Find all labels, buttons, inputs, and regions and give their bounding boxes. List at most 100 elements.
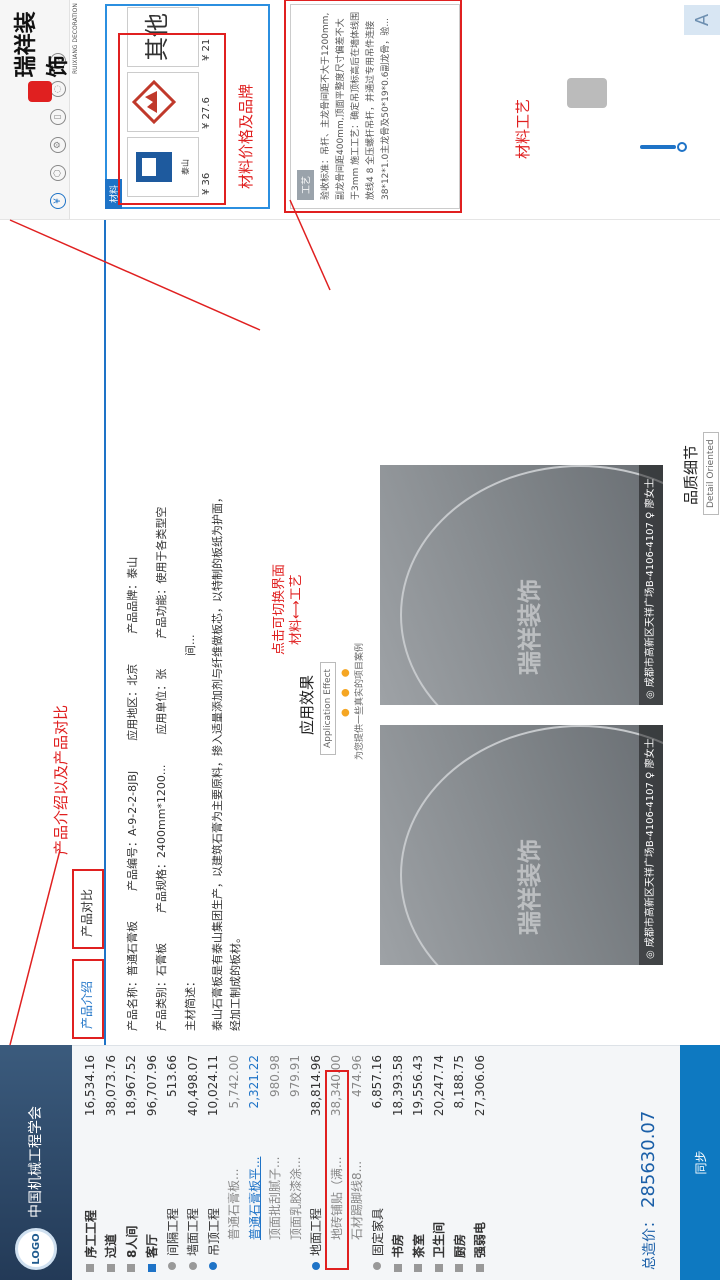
brand-name-en: RUIXIANG DECORATION <box>72 3 79 74</box>
tree-row[interactable]: 顶面批刮腻子... 980.98 <box>265 1045 286 1280</box>
tree-row[interactable]: 固定家具 6,857.16 <box>367 1045 388 1280</box>
tree-row[interactable]: 书房 18,393.58 <box>388 1045 409 1280</box>
brand-mark-icon <box>28 81 52 102</box>
tab-compare-box <box>72 869 104 949</box>
project-header: LOGO 中国机械工程学会 <box>0 1045 72 1280</box>
tree-row[interactable]: 墙面工程 40,498.07 <box>183 1045 204 1280</box>
tree-row-value: 18,393.58 <box>390 1055 405 1117</box>
quality-title: 品质细节 <box>682 444 700 505</box>
tree-row-value: 20,247.74 <box>431 1055 446 1117</box>
tree-row-value: 6,857.16 <box>370 1055 385 1109</box>
tree-row-value: 40,498.07 <box>185 1055 200 1117</box>
tree-row[interactable]: 客厅 96,707.96 <box>142 1045 163 1280</box>
application-title: 应用效果 <box>298 675 316 736</box>
tree-row[interactable]: 强弱电 27,306.06 <box>470 1045 491 1280</box>
font-size-icon[interactable]: A <box>684 5 720 35</box>
tree-bullet-icon <box>434 1264 443 1272</box>
tree-row[interactable]: 普通石膏板平... 2,321.22 <box>244 1045 265 1280</box>
phone-icon[interactable]: ▯ <box>50 109 66 125</box>
tree-row[interactable]: 地面工程 38,814.96 <box>306 1045 327 1280</box>
tree-row-value: 27,306.06 <box>472 1055 487 1117</box>
sync-button[interactable]: 同步 <box>680 1045 720 1280</box>
tree-row[interactable]: 普通石膏板... 5,742.00 <box>224 1045 245 1280</box>
tree-row-name: 卫生间 <box>432 1221 447 1258</box>
tree-row[interactable]: 顶面乳胶漆涂... 979.91 <box>285 1045 306 1280</box>
tree-row-value: 2,321.22 <box>247 1055 262 1109</box>
tree-bullet-icon <box>393 1264 402 1272</box>
product-name: 产品名称：普通石膏板 <box>126 921 139 1031</box>
product-description: 泰山石膏板是有泰山集团生产，以建筑石膏为主要原料，掺入适量添加剂与纤维做板芯，以… <box>211 492 242 1031</box>
tree-row-name: 顶面乳胶漆涂... <box>288 1156 303 1240</box>
tree-row-name: 顶面批刮腻子... <box>268 1156 283 1240</box>
brand-name-cn: 瑞祥装饰 <box>14 11 71 78</box>
tree-row-value: 96,707.96 <box>144 1055 159 1117</box>
tree-bullet-icon <box>168 1262 177 1270</box>
project-panel: LOGO 中国机械工程学会 序工工程 16,534.16 过道 38,073.76 8人… <box>0 1045 720 1280</box>
application-dots: ● ● ● <box>340 664 351 717</box>
annotation-switch-craft: 工艺 <box>289 574 304 601</box>
annotation-switch-line2: 材料⟷工艺 <box>289 574 304 645</box>
tree-row-name: 地面工程 <box>309 1207 324 1256</box>
settings-icon[interactable]: ⚙ <box>50 137 66 153</box>
project-logo: LOGO <box>15 1228 57 1270</box>
pin-icon: ◎ <box>645 947 656 959</box>
annotation-intro-compare: 产品介绍以及产品对比 <box>52 704 70 855</box>
tree-row-value: 38,073.76 <box>103 1055 118 1117</box>
tree-row[interactable]: 8人间 18,967.52 <box>121 1045 142 1280</box>
tree-row-name: 厨房 <box>452 1233 467 1258</box>
material-highlight-box <box>118 33 226 205</box>
tree-row[interactable]: 茶室 19,556.43 <box>408 1045 429 1280</box>
tree-row-name: 强弱电 <box>473 1221 488 1258</box>
side-tab-button[interactable] <box>567 78 607 108</box>
application-note: 为您提供一些真实的项目案例 <box>355 642 365 760</box>
annotation-switch-material: 材料 <box>289 618 304 645</box>
tree-bullet-icon <box>188 1262 197 1270</box>
tree-row[interactable]: 厨房 8,188.75 <box>449 1045 470 1280</box>
tree-row[interactable]: 石材踢脚线8... 474.96 <box>347 1045 368 1280</box>
tree-row-name: 普通石膏板... <box>227 1168 242 1240</box>
tree-row-value: 513.66 <box>165 1055 180 1097</box>
tree-row-name: 吊顶工程 <box>206 1207 221 1256</box>
photo-location: ◎ 成都市高新区天祥广场B-4106-4107 ♀ 廖女士 <box>639 465 663 705</box>
tree-bullet-icon <box>86 1264 95 1272</box>
hexagon-icon[interactable]: ⬡ <box>50 165 66 181</box>
product-brand: 产品品牌：泰山 <box>126 556 139 634</box>
product-function: 产品功能：使用于各类型空 <box>155 506 168 639</box>
case-photo-2[interactable]: 瑞祥装饰 ◎ 成都市高新区天祥广场B-4106-4107 ♀ 廖女士 <box>380 465 663 705</box>
tree-row[interactable]: 过道 38,073.76 <box>101 1045 122 1280</box>
tree-row-name: 书房 <box>391 1233 406 1258</box>
tree-row-name: 间隔工程 <box>165 1207 180 1256</box>
photo-watermark: 瑞祥装饰 <box>516 839 544 935</box>
application-subtitle: Application Effect <box>320 661 336 755</box>
detail-column: ¥ ⬡ ⚙ ▯ ◌ ↻ 材料 泰山 ¥ 36 ¥ 27.6 其他 ¥ 21 材料… <box>0 0 720 220</box>
tree-row-value: 980.98 <box>267 1055 282 1097</box>
brand-logo: 瑞祥装饰 RUIXIANG DECORATION <box>8 2 98 102</box>
product-function-more: 间... <box>184 634 197 657</box>
product-spec: 产品规格：2400mm*1200... <box>155 764 168 913</box>
tree-row-name: 普通石膏板平... <box>247 1156 262 1240</box>
tree-bullet-icon <box>106 1264 115 1272</box>
quality-subtitle: Detail Oriented <box>703 432 719 515</box>
tree-row-value: 18,967.52 <box>124 1055 139 1117</box>
tree-bullet-icon <box>209 1262 218 1270</box>
craft-highlight-box <box>284 0 462 213</box>
tree-row-name: 8人间 <box>124 1225 139 1258</box>
tree-row[interactable]: 序工工程 16,534.16 <box>80 1045 101 1280</box>
annotation-material-price: 材料价格及品牌 <box>237 83 255 189</box>
tree-row-value: 8,188.75 <box>452 1055 467 1109</box>
case-photo-1[interactable]: 瑞祥装饰 ◎ 成都市高新区天祥广场B-4106-4107 ♀ 廖女士 <box>380 725 663 965</box>
product-unit: 应用单位：张 <box>155 668 168 735</box>
product-content: 产品介绍 产品对比 产品介绍以及产品对比 产品名称：普通石膏板 产品编号：A-9… <box>0 220 720 1045</box>
tree-bullet-icon <box>475 1264 484 1272</box>
tree-bullet-icon <box>147 1264 156 1272</box>
tree-bullet-icon <box>311 1262 320 1270</box>
tree-row[interactable]: 卫生间 20,247.74 <box>429 1045 450 1280</box>
zoom-slider-knob[interactable] <box>677 142 687 152</box>
tree-row-value: 16,534.16 <box>83 1055 98 1117</box>
photo-location-text: 成都市高新区天祥广场B-4106-4107 ♀ 廖女士 <box>645 738 656 948</box>
zoom-slider[interactable] <box>640 145 676 149</box>
yen-icon[interactable]: ¥ <box>50 193 66 209</box>
tree-row[interactable]: 间隔工程 513.66 <box>162 1045 183 1280</box>
tree-row[interactable]: 吊顶工程 10,024.11 <box>203 1045 224 1280</box>
tree-row-value: 979.91 <box>288 1055 303 1097</box>
